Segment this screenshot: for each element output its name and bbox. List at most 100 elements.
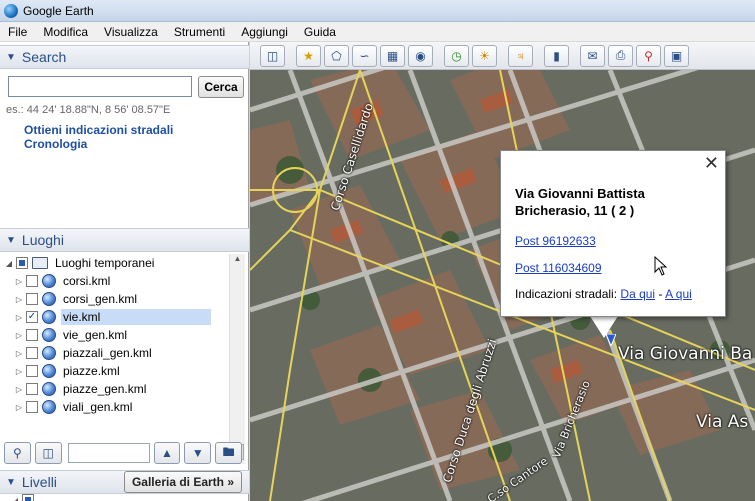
- street-label: Via Giovanni Ba: [618, 344, 753, 364]
- item-checkbox[interactable]: [26, 329, 38, 341]
- menu-bar: File Modifica Visualizza Strumenti Aggiu…: [0, 22, 755, 42]
- add-placemark-icon[interactable]: ★: [296, 44, 321, 67]
- kml-globe-icon: [42, 382, 56, 396]
- sidebar-toggle-icon[interactable]: ◫: [260, 44, 285, 67]
- directions-to-link[interactable]: A qui: [665, 287, 692, 301]
- history-link[interactable]: Cronologia: [24, 137, 87, 151]
- tree-item-label: viali_gen.kml: [63, 400, 133, 414]
- mouse-cursor-icon: [654, 256, 668, 276]
- historical-imagery-icon[interactable]: ◷: [444, 44, 469, 67]
- balloon-directions: Indicazioni stradali: Da qui - A qui: [515, 287, 692, 301]
- expand-arrow-icon[interactable]: ▷: [14, 295, 24, 304]
- tree-item[interactable]: ▷ piazzali_gen.kml: [14, 344, 244, 362]
- directions-from-link[interactable]: Da qui: [620, 287, 655, 301]
- tree-root-row[interactable]: ◢ Luoghi temporanei: [4, 254, 234, 272]
- places-panel-title: Luoghi: [21, 232, 64, 248]
- record-tour-icon[interactable]: ◉: [408, 44, 433, 67]
- item-checkbox[interactable]: [26, 293, 38, 305]
- tree-item[interactable]: ▷ corsi.kml: [14, 272, 244, 290]
- search-places-button[interactable]: ⚲: [4, 442, 31, 464]
- collapse-arrow-icon[interactable]: ◢: [10, 496, 20, 501]
- item-checkbox[interactable]: [26, 275, 38, 287]
- menu-file[interactable]: File: [0, 25, 35, 39]
- post-link-2[interactable]: Post 116034609: [515, 261, 602, 275]
- places-tree: ◢ Luoghi temporanei ▷ corsi.kml ▷ corsi_…: [0, 254, 249, 426]
- item-checkbox[interactable]: [26, 365, 38, 377]
- add-polygon-icon[interactable]: ⬠: [324, 44, 349, 67]
- close-icon[interactable]: ✕: [704, 153, 719, 174]
- menu-aggiungi[interactable]: Aggiungi: [233, 25, 296, 39]
- post-link-1[interactable]: Post 96192633: [515, 234, 596, 248]
- expand-arrow-icon[interactable]: ▷: [14, 331, 24, 340]
- add-overlay-icon[interactable]: ▦: [380, 44, 405, 67]
- collapse-arrow-icon[interactable]: ◢: [4, 259, 14, 268]
- collapse-triangle-icon: ▼: [6, 51, 16, 63]
- places-scrollbar[interactable]: ▲: [229, 254, 245, 464]
- tree-item-label: corsi_gen.kml: [63, 292, 138, 306]
- side-panel: ▼ Search Cerca es.: 44 24' 18.88"N, 8 56…: [0, 42, 249, 501]
- toggle-panel-button[interactable]: ◫: [34, 442, 62, 464]
- tree-item[interactable]: ▷ vie_gen.kml: [14, 326, 244, 344]
- move-down-button[interactable]: ▼: [184, 442, 212, 464]
- tree-item-label: piazzali_gen.kml: [63, 346, 152, 360]
- layers-panel-title: Livelli: [21, 474, 57, 490]
- search-input[interactable]: [8, 76, 192, 97]
- item-checkbox[interactable]: [26, 401, 38, 413]
- collapse-triangle-icon: ▼: [6, 476, 16, 488]
- expand-arrow-icon[interactable]: ▷: [14, 313, 24, 322]
- kml-globe-icon: [42, 400, 56, 414]
- planets-icon[interactable]: ♃: [508, 44, 533, 67]
- search-panel-header[interactable]: ▼ Search: [0, 45, 249, 69]
- menu-visualizza[interactable]: Visualizza: [96, 25, 166, 39]
- kml-globe-icon: [42, 274, 56, 288]
- tree-item-label: vie_gen.kml: [63, 328, 128, 342]
- info-balloon: ✕ Via Giovanni Battista Bricherasio, 11 …: [500, 150, 726, 317]
- move-up-button[interactable]: ▲: [153, 442, 181, 464]
- places-panel-header[interactable]: ▼ Luoghi: [0, 228, 249, 252]
- search-links: Ottieni indicazioni stradali Cronologia: [24, 123, 248, 151]
- save-image-icon[interactable]: ▣: [664, 44, 689, 67]
- kml-globe-icon: [42, 310, 56, 324]
- email-icon[interactable]: ✉: [580, 44, 605, 67]
- window-title: Google Earth: [23, 3, 94, 18]
- collapse-triangle-icon: ▼: [6, 234, 16, 246]
- directions-separator: -: [658, 287, 663, 301]
- expand-arrow-icon[interactable]: ▷: [14, 277, 24, 286]
- expand-arrow-icon[interactable]: ▷: [14, 385, 24, 394]
- add-path-icon[interactable]: ∽: [352, 44, 377, 67]
- layers-checkbox[interactable]: [22, 494, 34, 501]
- tree-item[interactable]: ▷ viali_gen.kml: [14, 398, 244, 416]
- tree-item-selected[interactable]: ▷ ✓ vie.kml: [14, 308, 244, 326]
- kml-globe-icon: [42, 364, 56, 378]
- expand-arrow-icon[interactable]: ▷: [14, 349, 24, 358]
- title-bar: Google Earth: [0, 0, 755, 22]
- menu-strumenti[interactable]: Strumenti: [166, 25, 233, 39]
- item-checkbox-checked[interactable]: ✓: [26, 311, 38, 323]
- kml-globe-icon: [42, 346, 56, 360]
- item-checkbox[interactable]: [26, 383, 38, 395]
- places-filter-input[interactable]: [67, 443, 150, 463]
- sunlight-icon[interactable]: ☀: [472, 44, 497, 67]
- layers-row: ◢: [10, 494, 38, 501]
- google-maps-icon[interactable]: ⚲: [636, 44, 661, 67]
- directions-label: Indicazioni stradali:: [515, 287, 618, 301]
- tree-item[interactable]: ▷ corsi_gen.kml: [14, 290, 244, 308]
- print-icon[interactable]: ⎙: [608, 44, 633, 67]
- tree-item[interactable]: ▷ piazze.kml: [14, 362, 244, 380]
- menu-guida[interactable]: Guida: [296, 25, 344, 39]
- expand-arrow-icon[interactable]: ▷: [14, 367, 24, 376]
- directions-link[interactable]: Ottieni indicazioni stradali: [24, 123, 173, 137]
- search-panel-title: Search: [21, 49, 67, 65]
- ruler-icon[interactable]: ▮: [544, 44, 569, 67]
- item-checkbox[interactable]: [26, 347, 38, 359]
- cerca-button[interactable]: Cerca: [198, 76, 244, 98]
- places-toolbar: ⚲ ◫ ▲ ▼ 🖿: [4, 440, 246, 466]
- folder-button[interactable]: 🖿: [215, 442, 242, 464]
- earth-gallery-button[interactable]: Galleria di Earth »: [124, 471, 242, 493]
- expand-arrow-icon[interactable]: ▷: [14, 403, 24, 412]
- menu-modifica[interactable]: Modifica: [35, 25, 96, 39]
- tree-item[interactable]: ▷ piazze_gen.kml: [14, 380, 244, 398]
- root-checkbox[interactable]: [16, 257, 28, 269]
- scroll-up-arrow-icon[interactable]: ▲: [230, 254, 245, 268]
- tree-item-label: piazze.kml: [63, 364, 120, 378]
